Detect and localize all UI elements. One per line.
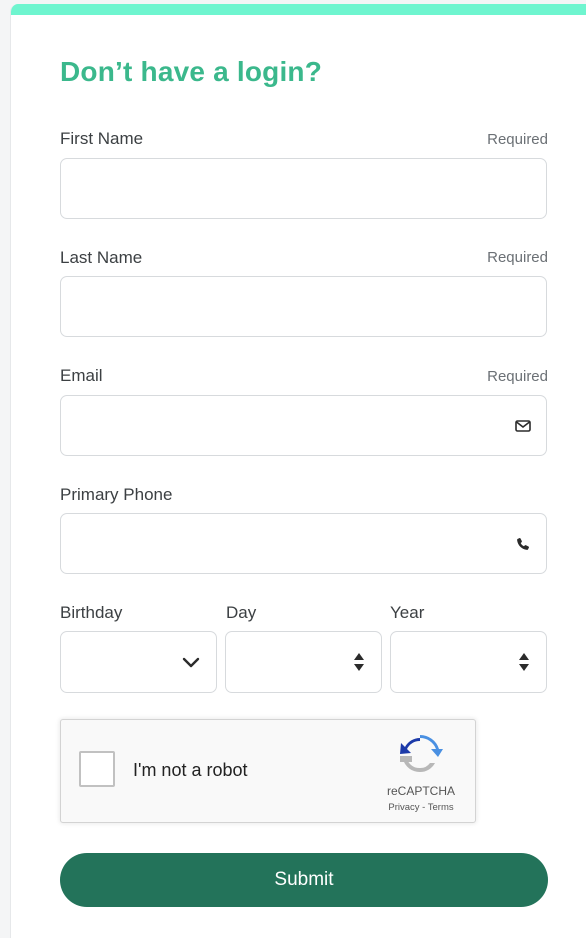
first-name-label: First Name — [60, 129, 144, 148]
last-name-input[interactable] — [61, 277, 546, 336]
chevron-down-icon — [182, 656, 200, 674]
recaptcha-privacy-terms-links[interactable]: Privacy - Terms — [373, 802, 469, 813]
submit-button[interactable]: Submit — [60, 853, 548, 907]
birthday-label: Birthday — [60, 603, 123, 622]
envelope-icon — [514, 417, 532, 435]
year-input-box — [390, 631, 547, 693]
phone-field-box — [60, 513, 547, 574]
birthday-month-select[interactable] — [60, 631, 217, 693]
first-name-required: Required — [487, 131, 548, 148]
day-stepper[interactable] — [354, 653, 364, 671]
phone-input[interactable] — [61, 514, 546, 573]
day-input-box — [225, 631, 382, 693]
first-name-input[interactable] — [61, 159, 546, 218]
stepper-up-icon[interactable] — [354, 653, 364, 660]
recaptcha-checkbox[interactable] — [79, 751, 115, 787]
form-title: Don’t have a login? — [60, 56, 323, 87]
signup-card: Don’t have a login? First Name Required … — [10, 4, 586, 938]
recaptcha-widget: I'm not a robot reCAPTCHA Privacy - Term… — [60, 719, 476, 823]
year-stepper[interactable] — [519, 653, 529, 671]
phone-label: Primary Phone — [60, 485, 173, 504]
last-name-required: Required — [487, 249, 548, 266]
email-field-box — [60, 395, 547, 456]
email-required: Required — [487, 368, 548, 385]
year-label: Year — [390, 603, 425, 622]
email-input[interactable] — [61, 396, 546, 455]
stepper-down-icon[interactable] — [354, 664, 364, 671]
last-name-field-box — [60, 276, 547, 337]
phone-icon — [514, 535, 532, 553]
accent-bar — [11, 4, 586, 15]
last-name-label: Last Name — [60, 248, 143, 267]
first-name-field-box — [60, 158, 547, 219]
recaptcha-label: I'm not a robot — [133, 760, 248, 780]
stepper-up-icon[interactable] — [519, 653, 529, 660]
stepper-down-icon[interactable] — [519, 664, 529, 671]
email-label: Email — [60, 366, 103, 385]
recaptcha-brand: reCAPTCHA — [386, 784, 455, 798]
day-label: Day — [226, 603, 257, 622]
recaptcha-logo-icon — [400, 735, 443, 773]
